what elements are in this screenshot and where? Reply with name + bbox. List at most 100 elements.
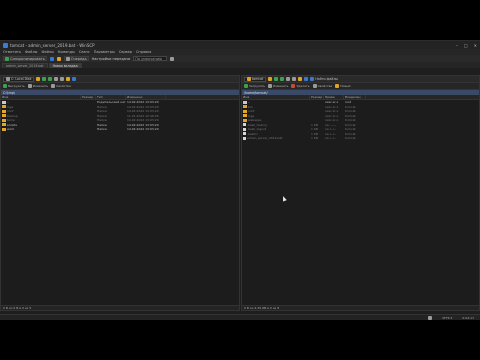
col-name[interactable]: Имя bbox=[1, 95, 81, 99]
remote-panel: tomcat Найти файлы Загрузить Изменить Уд… bbox=[241, 75, 480, 311]
folder-icon bbox=[2, 105, 6, 109]
window-title: tomcat - admin_server_2019.bat - WinSCP bbox=[10, 42, 95, 48]
upload-button[interactable]: Выгрузить bbox=[3, 84, 25, 88]
file-modified: 14.02.2022 13:03:20 bbox=[127, 104, 159, 109]
menu-session[interactable]: Сеанс bbox=[79, 50, 90, 54]
col-modified[interactable]: Изменено bbox=[126, 95, 166, 99]
file-name: conf bbox=[7, 109, 14, 114]
protocol-label: SFTP-3 bbox=[442, 315, 453, 320]
file-size: 1 KB bbox=[311, 131, 318, 136]
col-name[interactable]: Имя bbox=[242, 95, 310, 99]
parent-dir-icon[interactable] bbox=[286, 77, 291, 81]
menu-help[interactable]: Справка bbox=[136, 50, 151, 54]
remote-file-list: .. rwxr-xr-x root bin rwxr-xr-x tomcat conf rwx… bbox=[242, 100, 479, 141]
session-tabs: admin_server_2019.bat Новая вкладка bbox=[0, 62, 480, 68]
file-type: Папка bbox=[97, 113, 107, 118]
maximize-button[interactable]: □ bbox=[464, 43, 468, 48]
menu-options[interactable]: Параметры bbox=[94, 50, 115, 54]
folder-icon bbox=[2, 114, 6, 118]
winscp-window: tomcat - admin_server_2019.bat - WinSCP … bbox=[0, 40, 480, 320]
sync-icon bbox=[5, 56, 9, 61]
file-owner: tomcat bbox=[345, 104, 356, 109]
sync-label: Синхронизировать bbox=[10, 56, 45, 61]
properties-label: Свойства bbox=[56, 84, 71, 88]
local-actions: Выгрузить Изменить Свойства bbox=[1, 83, 239, 90]
folder-icon bbox=[243, 114, 247, 118]
col-owner[interactable]: Владелец bbox=[344, 95, 366, 99]
file-type: Папка bbox=[97, 127, 107, 132]
sync-button[interactable]: Синхронизировать bbox=[3, 56, 47, 61]
open-folder-icon[interactable] bbox=[268, 77, 273, 81]
refresh-icon[interactable] bbox=[72, 77, 77, 81]
file-owner: root bbox=[345, 100, 352, 105]
close-button[interactable]: ✕ bbox=[474, 43, 477, 48]
file-rights: rwxr-xr-x bbox=[325, 104, 339, 109]
refresh-icon[interactable] bbox=[304, 77, 309, 81]
edit-button[interactable]: Изменить bbox=[268, 84, 288, 88]
file-rights: rw-r--r-- bbox=[325, 136, 337, 141]
local-drive-select[interactable]: C: Local Disk bbox=[3, 76, 35, 82]
delete-button[interactable]: Удалить bbox=[291, 84, 310, 88]
edit-button[interactable]: Изменить bbox=[27, 84, 48, 88]
upload-icon bbox=[3, 84, 7, 88]
transfer-settings-select[interactable]: По умолчанию bbox=[133, 56, 168, 61]
file-size: 1 KB bbox=[311, 122, 318, 127]
compare-icon[interactable] bbox=[49, 56, 54, 61]
home-icon[interactable] bbox=[298, 77, 303, 81]
menu-files[interactable]: Файлы bbox=[25, 50, 37, 54]
file-modified: 14.02.2022 13:03:20 bbox=[127, 122, 159, 127]
file-owner: tomcat bbox=[345, 122, 356, 127]
queue-icon bbox=[65, 56, 70, 61]
tab-new-label: Новая вкладка bbox=[52, 64, 78, 68]
new-icon bbox=[335, 84, 340, 88]
tab-session-label: admin_server_2019.bat bbox=[6, 64, 44, 68]
file-rights: rwxr-xr-x bbox=[325, 100, 339, 105]
menu-commands[interactable]: Команды bbox=[58, 50, 75, 54]
col-type[interactable]: Тип bbox=[96, 95, 126, 99]
forward-icon[interactable] bbox=[280, 77, 285, 81]
file-rights: rwxr-xr-x bbox=[325, 109, 339, 114]
remote-dir-select[interactable]: tomcat bbox=[244, 76, 267, 82]
col-size[interactable]: Размер bbox=[81, 95, 96, 99]
minimize-button[interactable]: – bbox=[456, 43, 458, 48]
edit-label: Изменить bbox=[273, 84, 289, 88]
file-name: work bbox=[7, 127, 15, 132]
col-rights[interactable]: Права bbox=[324, 95, 344, 99]
menu-mark[interactable]: Отметить bbox=[3, 50, 21, 54]
local-panel: C: Local Disk Выгрузить Изменить Свойств… bbox=[0, 75, 240, 311]
file-icon bbox=[243, 136, 246, 140]
menu-files-2[interactable]: Файлы bbox=[41, 50, 53, 54]
transfer-options-icon[interactable] bbox=[170, 56, 175, 61]
file-rights: rw-r--r-- bbox=[325, 131, 337, 136]
find-files-button[interactable]: Найти файлы bbox=[310, 77, 338, 81]
file-row[interactable]: admin_server_2019.bat 1 KB rw-r--r-- tomcat bbox=[242, 136, 479, 141]
drive-icon bbox=[6, 77, 10, 81]
root-dir-icon[interactable] bbox=[292, 77, 297, 81]
folder-icon bbox=[2, 118, 6, 122]
file-type: Папка bbox=[97, 122, 107, 127]
root-dir-icon[interactable] bbox=[60, 77, 65, 81]
home-icon[interactable] bbox=[66, 77, 71, 81]
file-type: Родительский кат... bbox=[97, 100, 126, 105]
col-size[interactable]: Размер bbox=[310, 95, 324, 99]
forward-icon[interactable] bbox=[48, 77, 53, 81]
menu-server[interactable]: Сервер bbox=[119, 50, 132, 54]
queue-button[interactable]: Очередь bbox=[63, 56, 89, 61]
properties-button[interactable]: Свойства bbox=[51, 84, 71, 88]
tab-new[interactable]: Новая вкладка bbox=[48, 63, 82, 68]
file-row[interactable]: work Папка 14.02.2022 13:03:20 bbox=[1, 127, 239, 132]
parent-dir-icon[interactable] bbox=[54, 77, 59, 81]
explore-icon[interactable] bbox=[56, 56, 61, 61]
back-icon[interactable] bbox=[274, 77, 279, 81]
open-folder-icon[interactable] bbox=[36, 77, 41, 81]
file-rights: rw------- bbox=[325, 122, 337, 127]
download-button[interactable]: Загрузить bbox=[244, 84, 265, 88]
back-icon[interactable] bbox=[42, 77, 47, 81]
file-name: conf bbox=[248, 109, 255, 114]
new-label: Новый bbox=[340, 84, 351, 88]
new-button[interactable]: Новый bbox=[335, 84, 350, 88]
properties-button[interactable]: Свойства bbox=[312, 84, 332, 88]
tab-session[interactable]: admin_server_2019.bat bbox=[2, 63, 48, 68]
remote-actions: Загрузить Изменить Удалить Свойства Новы… bbox=[242, 83, 479, 90]
file-owner: tomcat bbox=[345, 118, 356, 123]
